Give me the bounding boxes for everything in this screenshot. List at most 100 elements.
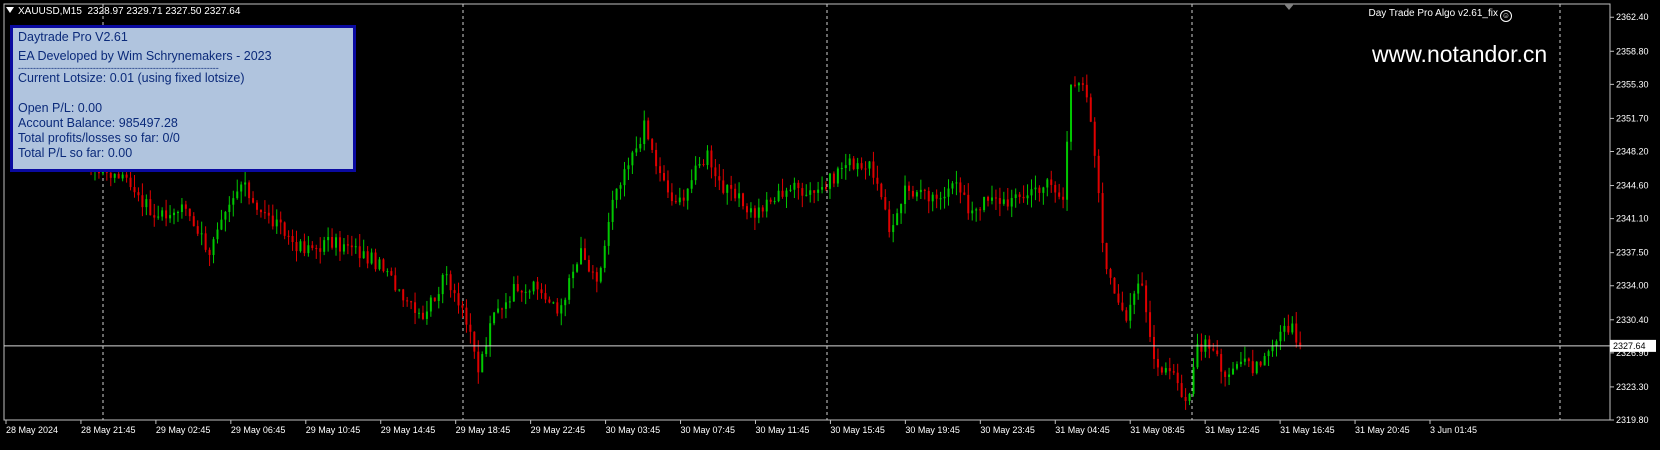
candle-body — [299, 241, 302, 252]
candle-body — [117, 173, 120, 179]
candle-body — [1149, 312, 1152, 337]
candle-body — [165, 210, 168, 219]
candle-body — [852, 158, 855, 170]
candle-body — [481, 354, 484, 373]
candle-body — [730, 185, 733, 189]
candle-body — [1228, 374, 1231, 377]
candle-body — [742, 193, 745, 207]
candle-body — [907, 185, 910, 191]
candle-body — [204, 233, 207, 250]
time-tick-label: 31 May 20:45 — [1355, 425, 1410, 435]
collapse-triangle-icon[interactable] — [6, 7, 14, 13]
candle-body — [1014, 194, 1017, 199]
candle-body — [753, 208, 756, 218]
candle-body — [331, 237, 334, 248]
candle-body — [1097, 155, 1100, 194]
candle-body — [335, 237, 338, 248]
candle-body — [216, 229, 219, 240]
candle-body — [469, 324, 472, 332]
candle-body — [884, 197, 887, 210]
candle-body — [240, 184, 243, 192]
price-tick-label: 2344.60 — [1616, 181, 1649, 191]
candle-body — [631, 152, 634, 166]
candle-body — [232, 198, 235, 205]
candle-body — [493, 312, 496, 324]
candle-body — [848, 158, 851, 166]
candle-body — [366, 251, 369, 264]
candle-body — [338, 237, 341, 252]
candle-body — [212, 239, 215, 255]
candle-body — [781, 190, 784, 197]
candle-body — [943, 196, 946, 199]
candle-body — [959, 182, 962, 193]
time-tick-label: 30 May 03:45 — [606, 425, 661, 435]
candle-body — [279, 219, 282, 223]
candle-body — [1038, 187, 1041, 193]
candle-body — [153, 215, 156, 218]
candle-body — [1109, 269, 1112, 278]
candle-body — [777, 190, 780, 202]
price-tick-label: 2358.80 — [1616, 46, 1649, 56]
candle-body — [157, 216, 160, 218]
candle-body — [856, 163, 859, 170]
candle-body — [560, 305, 563, 314]
time-tick-label: 31 May 12:45 — [1205, 425, 1260, 435]
symbol-timeframe: XAUUSD,M15 — [18, 6, 82, 17]
candle-body — [860, 163, 863, 169]
candle-body — [951, 183, 954, 189]
candle-body — [813, 190, 816, 193]
candle-body — [1006, 199, 1009, 207]
panel-total-pl: Total P/L so far: 0.00 — [18, 146, 133, 160]
candle-body — [1180, 383, 1183, 398]
expert-advisor-label[interactable]: Day Trade Pro Algo v2.61_fix ☺ — [1368, 8, 1512, 22]
candle-body — [674, 201, 677, 203]
time-tick-label: 29 May 10:45 — [306, 425, 361, 435]
candle-body — [441, 274, 444, 295]
candle-body — [133, 187, 136, 193]
candle-body — [572, 271, 575, 279]
candle-body — [623, 169, 626, 186]
candle-body — [149, 199, 152, 216]
candle-body — [342, 244, 345, 252]
candle-body — [109, 172, 112, 178]
candle-body — [1243, 358, 1246, 362]
candle-body — [643, 120, 646, 145]
candle-body — [263, 212, 266, 214]
candle-body — [923, 189, 926, 191]
candle-body — [1295, 323, 1298, 343]
candle-body — [915, 192, 918, 197]
candle-body — [184, 204, 187, 209]
candle-body — [1077, 83, 1080, 86]
panel-title: Daytrade Pro V2.61 — [18, 30, 128, 44]
time-tick-label: 3 Jun 01:45 — [1430, 425, 1477, 435]
candle-body — [236, 191, 239, 199]
candle-body — [821, 187, 824, 190]
candle-body — [386, 271, 389, 273]
candle-body — [769, 199, 772, 202]
chart-shift-marker-icon[interactable] — [1284, 4, 1294, 10]
candle-body — [145, 199, 148, 208]
candle-body — [706, 150, 709, 166]
candle-body — [1066, 141, 1069, 200]
candle-body — [1117, 293, 1120, 303]
candle-body — [694, 165, 697, 181]
candle-body — [773, 201, 776, 203]
chart-window[interactable]: 2362.40 2358.80 2355.30 2351.70 2348.20 2344.… — [0, 0, 1660, 450]
candle-body — [323, 240, 326, 252]
candle-body — [188, 208, 191, 217]
candle-body — [327, 237, 330, 241]
candle-body — [532, 281, 535, 292]
candle-body — [354, 246, 357, 248]
candle-body — [1129, 304, 1132, 321]
candle-body — [1042, 187, 1045, 193]
candle-body — [1232, 368, 1235, 375]
candle-body — [176, 212, 179, 214]
candle-body — [611, 199, 614, 222]
candle-body — [1176, 372, 1179, 384]
candle-body — [702, 164, 705, 166]
smiley-icon[interactable]: ☺ — [1500, 10, 1512, 22]
candle-body — [670, 192, 673, 202]
candle-body — [817, 189, 820, 193]
candle-body — [576, 264, 579, 272]
candle-body — [832, 173, 835, 184]
